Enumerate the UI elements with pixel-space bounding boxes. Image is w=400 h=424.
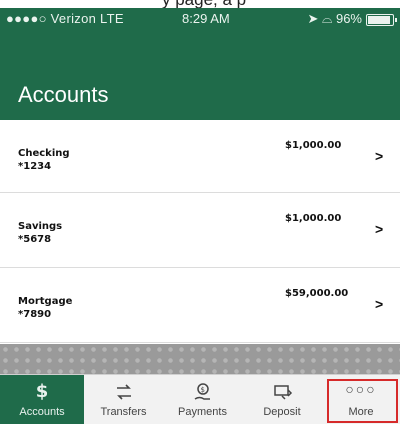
- tab-accounts[interactable]: $ Accounts: [0, 375, 84, 424]
- account-name: Checking: [18, 148, 70, 159]
- check-deposit-icon: [242, 381, 322, 403]
- chevron-right-icon: >: [375, 296, 384, 312]
- account-number: *1234: [18, 161, 52, 172]
- account-balance: $1,000.00: [285, 140, 342, 151]
- more-dots-icon: ○○○: [345, 381, 377, 397]
- tab-label: Payments: [178, 406, 227, 418]
- account-name: Savings: [18, 221, 63, 232]
- background-pattern: [0, 344, 400, 374]
- account-row-savings[interactable]: Savings *5678 $1,000.00 >: [0, 193, 400, 268]
- tab-label: More: [348, 406, 374, 418]
- battery-icon: [366, 14, 397, 26]
- location-icon: ➤: [307, 11, 319, 26]
- account-number: *5678: [18, 234, 52, 245]
- account-row-mortgage[interactable]: Mortgage *7890 $59,000.00 >: [0, 268, 400, 343]
- app-header: Accounts: [0, 30, 400, 120]
- status-icons: ➤ ⌓ 96%: [308, 11, 362, 27]
- tab-label: Accounts: [19, 406, 65, 418]
- account-row-checking[interactable]: Checking *1234 $1,000.00 >: [0, 120, 400, 193]
- battery-percent: 96%: [335, 11, 362, 26]
- tab-transfers[interactable]: Transfers: [84, 375, 163, 424]
- chevron-right-icon: >: [375, 221, 384, 237]
- page-title: Accounts: [18, 82, 109, 107]
- account-number: *7890: [18, 309, 52, 320]
- dollar-icon: $: [35, 381, 49, 402]
- account-balance: $59,000.00: [285, 288, 349, 299]
- chevron-right-icon: >: [375, 148, 384, 164]
- tab-label: Transfers: [100, 406, 147, 418]
- status-time: 8:29 AM: [182, 11, 230, 26]
- carrier-signal: ●●●●○ Verizon LTE: [6, 11, 124, 26]
- tab-deposit[interactable]: Deposit: [242, 375, 322, 424]
- tab-more[interactable]: ○○○ More: [322, 375, 400, 424]
- account-name: Mortgage: [18, 296, 73, 307]
- headphones-icon: ⌓: [322, 11, 333, 26]
- status-bar: ●●●●○ Verizon LTE 8:29 AM ➤ ⌓ 96%: [0, 8, 400, 30]
- tab-payments[interactable]: $ Payments: [163, 375, 242, 424]
- tab-bar: $ Accounts Transfers $ Payments Deposit …: [0, 374, 400, 424]
- caption-text: y page, a p: [162, 0, 246, 8]
- account-balance: $1,000.00: [285, 213, 342, 224]
- accounts-list: Checking *1234 $1,000.00 > Savings *5678…: [0, 120, 400, 343]
- caption-fragment: y page, a p: [0, 0, 400, 8]
- transfer-arrows-icon: [84, 381, 163, 403]
- svg-text:$: $: [200, 386, 204, 394]
- payment-hand-icon: $: [163, 381, 242, 403]
- tab-label: Deposit: [263, 406, 301, 418]
